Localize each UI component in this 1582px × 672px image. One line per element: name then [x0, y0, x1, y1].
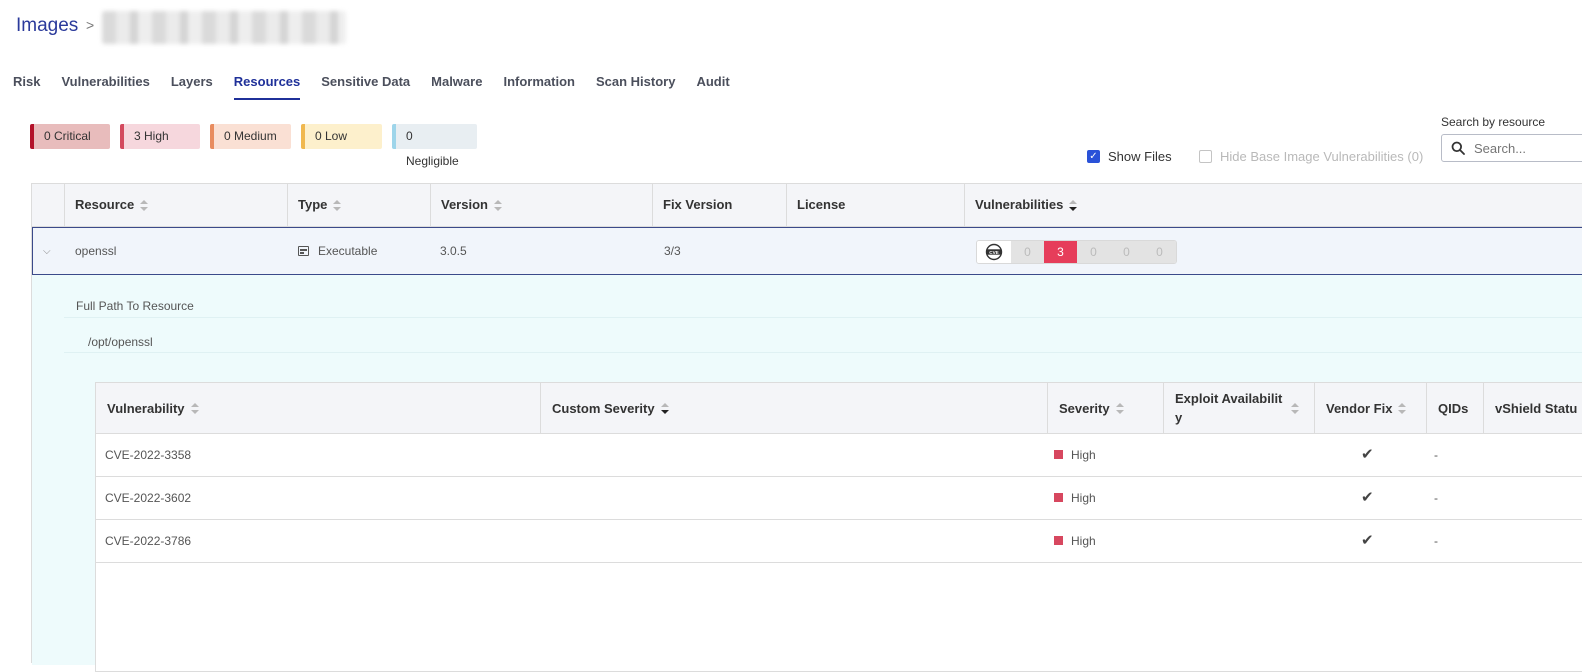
show-files-toggle[interactable]: ✓ Show Files: [1087, 149, 1172, 164]
chevron-down-icon[interactable]: ⌵: [43, 246, 51, 257]
divider: [64, 317, 1582, 318]
severity-value: High: [1054, 477, 1096, 519]
sort-icon: [1398, 402, 1407, 414]
qids-value: -: [1434, 534, 1438, 548]
resource-name: openssl: [75, 244, 117, 258]
breadcrumb-images-link[interactable]: Images: [16, 15, 78, 37]
sort-icon: [493, 200, 502, 212]
sort-icon: [1115, 402, 1124, 414]
qids-value: -: [1434, 491, 1438, 505]
table-row[interactable]: CVE-2022-3358 High ✔ -: [96, 434, 1582, 477]
tab-resources[interactable]: Resources: [233, 74, 301, 100]
tab-information[interactable]: Information: [503, 74, 575, 100]
sort-icon: [1291, 402, 1299, 414]
sort-desc-icon: [660, 402, 669, 414]
show-files-label: Show Files: [1108, 149, 1172, 164]
vulnerability-counts[interactable]: CVE 0 3 0 0 0: [976, 240, 1177, 264]
vendor-fix-check-icon: ✔: [1361, 489, 1374, 506]
tab-malware[interactable]: Malware: [431, 74, 482, 100]
count-medium: 0: [1077, 241, 1110, 263]
col-resource[interactable]: Resource: [64, 184, 287, 227]
col-license[interactable]: License: [786, 184, 964, 227]
sort-desc-icon: [1069, 200, 1078, 212]
search-icon: [1451, 141, 1465, 155]
resources-table-header: Resource Type Version Fix Version Licens…: [32, 183, 1582, 227]
col-fix-version[interactable]: Fix Version: [652, 184, 786, 227]
resources-table: Resource Type Version Fix Version Licens…: [31, 183, 1582, 672]
col-vulnerabilities[interactable]: Vulnerabilities: [964, 184, 1582, 227]
resource-type: Executable: [298, 228, 377, 274]
col-exploit-availability[interactable]: Exploit Availabilit y: [1163, 383, 1314, 433]
chip-low[interactable]: 0 Low: [301, 124, 382, 149]
vulnerabilities-subtable: Vulnerability Custom Severity Severity E…: [95, 382, 1582, 672]
col-severity[interactable]: Severity: [1047, 383, 1163, 433]
col-vulnerability[interactable]: Vulnerability: [96, 383, 540, 433]
count-high: 3: [1044, 241, 1077, 263]
tab-audit[interactable]: Audit: [696, 74, 729, 100]
tab-sensitive-data[interactable]: Sensitive Data: [321, 74, 410, 100]
cve-id[interactable]: CVE-2022-3602: [105, 477, 191, 519]
severity-summary: 0 Critical 3 High 0 Medium 0 Low 0 Negli…: [30, 124, 477, 168]
divider: [64, 352, 1582, 353]
chip-high[interactable]: 3 High: [120, 124, 200, 149]
col-version[interactable]: Version: [430, 184, 652, 227]
subtable-header: Vulnerability Custom Severity Severity E…: [96, 383, 1582, 434]
severity-value: High: [1054, 434, 1096, 476]
severity-high-icon: [1054, 536, 1063, 545]
col-custom-severity[interactable]: Custom Severity: [540, 383, 1047, 433]
chip-medium[interactable]: 0 Medium: [210, 124, 291, 149]
tab-vulnerabilities[interactable]: Vulnerabilities: [61, 74, 149, 100]
resource-fix-version: 3/3: [664, 244, 681, 258]
col-qids[interactable]: QIDs: [1426, 383, 1483, 433]
table-row[interactable]: CVE-2022-3602 High ✔ -: [96, 477, 1582, 520]
tab-layers[interactable]: Layers: [171, 74, 213, 100]
count-low: 0: [1110, 241, 1143, 263]
col-type[interactable]: Type: [287, 184, 430, 227]
search-label: Search by resource: [1441, 115, 1546, 129]
breadcrumb-chevron-icon: >: [86, 17, 95, 33]
count-negligible: 0: [1143, 241, 1176, 263]
show-files-checkbox[interactable]: ✓: [1087, 150, 1100, 163]
breadcrumb-image-name-redacted: [102, 11, 346, 44]
resource-version: 3.0.5: [440, 244, 467, 258]
search-input[interactable]: [1472, 139, 1572, 157]
executable-icon: [298, 246, 309, 256]
col-vendor-fix[interactable]: Vendor Fix: [1314, 383, 1426, 433]
col-vshield-status[interactable]: vShield Statu: [1483, 383, 1582, 433]
qids-value: -: [1434, 448, 1438, 462]
chip-negligible[interactable]: 0 Negligible: [392, 124, 477, 168]
full-path-value: /opt/openssl: [88, 335, 153, 349]
cve-id[interactable]: CVE-2022-3786: [105, 520, 191, 562]
tab-risk[interactable]: Risk: [13, 74, 40, 100]
severity-high-icon: [1054, 493, 1063, 502]
cve-id[interactable]: CVE-2022-3358: [105, 434, 191, 476]
vendor-fix-check-icon: ✔: [1361, 446, 1374, 463]
chip-critical[interactable]: 0 Critical: [30, 124, 110, 149]
sort-icon: [140, 200, 149, 212]
cve-icon: CVE: [977, 241, 1011, 263]
table-row[interactable]: CVE-2022-3786 High ✔ -: [96, 520, 1582, 563]
sort-icon: [190, 402, 199, 414]
hide-base-image-checkbox[interactable]: [1199, 150, 1212, 163]
svg-text:CVE: CVE: [989, 250, 998, 255]
severity-high-icon: [1054, 450, 1063, 459]
hide-base-image-label: Hide Base Image Vulnerabilities (0): [1220, 149, 1424, 164]
severity-value: High: [1054, 520, 1096, 562]
full-path-label: Full Path To Resource: [76, 299, 194, 313]
hide-base-image-toggle[interactable]: Hide Base Image Vulnerabilities (0): [1199, 149, 1423, 164]
sort-icon: [333, 200, 342, 212]
table-row[interactable]: ⌵ openssl Executable 3.0.5 3/3 CVE 0 3 0…: [32, 227, 1582, 275]
tab-bar: Risk Vulnerabilities Layers Resources Se…: [13, 74, 730, 100]
vendor-fix-check-icon: ✔: [1361, 532, 1374, 549]
count-critical: 0: [1011, 241, 1044, 263]
search-field[interactable]: [1441, 134, 1582, 162]
tab-scan-history[interactable]: Scan History: [596, 74, 675, 100]
